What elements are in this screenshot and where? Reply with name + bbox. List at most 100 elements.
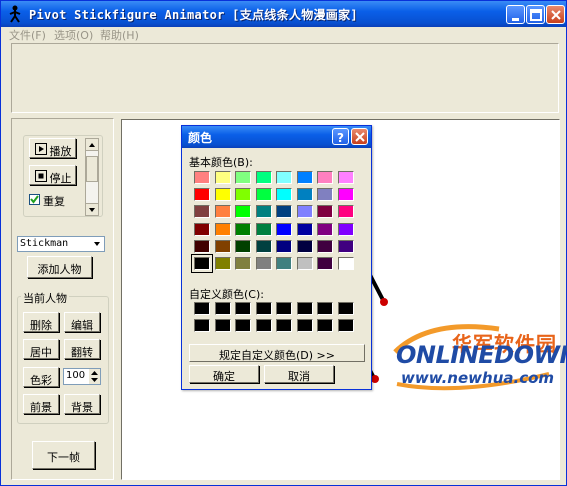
color-swatch[interactable] xyxy=(337,239,354,253)
color-swatch[interactable] xyxy=(255,302,272,315)
color-swatch[interactable] xyxy=(317,319,333,332)
color-swatch[interactable] xyxy=(317,188,333,202)
frames-strip[interactable] xyxy=(11,43,559,113)
color-swatch[interactable] xyxy=(255,222,272,236)
figure-select[interactable]: Stickman xyxy=(17,236,105,252)
color-swatch[interactable] xyxy=(276,319,292,332)
dialog-close-button[interactable] xyxy=(351,128,368,145)
center-button[interactable]: 居中 xyxy=(23,339,59,359)
color-swatch[interactable] xyxy=(214,188,231,202)
color-swatch[interactable] xyxy=(235,302,251,315)
color-swatch[interactable] xyxy=(276,205,292,219)
foreground-button[interactable]: 前景 xyxy=(23,394,59,414)
color-swatch[interactable] xyxy=(214,239,231,253)
color-swatch[interactable] xyxy=(214,171,231,184)
color-swatch[interactable] xyxy=(276,171,292,184)
color-swatch[interactable] xyxy=(235,205,251,219)
scroll-thumb[interactable] xyxy=(86,156,98,182)
color-swatch[interactable] xyxy=(276,222,292,236)
color-swatch[interactable] xyxy=(317,302,333,315)
edit-button[interactable]: 编辑 xyxy=(64,312,100,332)
color-swatch[interactable] xyxy=(194,205,210,219)
define-custom-colors-button[interactable]: 规定自定义颜色(D) >> xyxy=(189,344,365,362)
menu-options[interactable]: 选项(O) xyxy=(54,27,93,43)
color-swatch[interactable] xyxy=(337,319,354,332)
close-button[interactable] xyxy=(546,5,565,24)
color-swatch[interactable] xyxy=(317,171,333,184)
color-swatch[interactable] xyxy=(194,319,210,332)
color-swatch[interactable] xyxy=(255,171,272,184)
menu-file[interactable]: 文件(F) xyxy=(9,27,46,43)
color-swatch[interactable] xyxy=(337,257,354,270)
scroll-up-arrow[interactable] xyxy=(86,139,98,151)
color-swatch[interactable] xyxy=(276,257,292,270)
title-bar[interactable]: Pivot Stickfigure Animator [支点线条人物漫画家] xyxy=(1,1,566,27)
color-swatch[interactable] xyxy=(235,171,251,184)
color-swatch[interactable] xyxy=(255,188,272,202)
color-swatch[interactable] xyxy=(255,239,272,253)
color-swatch[interactable] xyxy=(255,257,272,270)
color-swatch[interactable] xyxy=(255,319,272,332)
cancel-button[interactable]: 取消 xyxy=(264,365,334,383)
color-swatch[interactable] xyxy=(235,319,251,332)
color-swatch[interactable] xyxy=(194,239,210,253)
color-swatch[interactable] xyxy=(214,257,231,270)
color-swatch[interactable] xyxy=(214,319,231,332)
color-swatch[interactable] xyxy=(337,222,354,236)
stop-button[interactable]: 停止 xyxy=(29,165,76,185)
color-swatch[interactable] xyxy=(214,222,231,236)
color-swatch[interactable] xyxy=(296,171,313,184)
ok-button[interactable]: 确定 xyxy=(189,365,259,383)
maximize-button[interactable] xyxy=(526,5,545,24)
color-swatch[interactable] xyxy=(317,205,333,219)
color-swatch[interactable] xyxy=(235,222,251,236)
color-swatch[interactable] xyxy=(276,239,292,253)
color-swatch[interactable] xyxy=(255,205,272,219)
color-value-spinner[interactable]: 100 xyxy=(63,368,101,385)
scroll-down-arrow[interactable] xyxy=(86,203,98,215)
color-swatch[interactable] xyxy=(276,188,292,202)
color-swatch[interactable] xyxy=(296,205,313,219)
color-swatch[interactable] xyxy=(317,257,333,270)
delete-button[interactable]: 删除 xyxy=(23,312,59,332)
spinner-arrows-icon[interactable] xyxy=(89,369,100,384)
color-swatch[interactable] xyxy=(337,205,354,219)
color-swatch[interactable] xyxy=(194,222,210,236)
color-swatch[interactable] xyxy=(337,302,354,315)
color-swatch[interactable] xyxy=(194,302,210,315)
figure-select-value: Stickman xyxy=(20,238,69,249)
color-swatch[interactable] xyxy=(337,171,354,184)
color-dialog-title-bar[interactable]: 颜色 ? xyxy=(182,126,371,148)
color-button[interactable]: 色彩 xyxy=(23,367,59,387)
color-swatch[interactable] xyxy=(296,319,313,332)
color-swatch[interactable] xyxy=(235,239,251,253)
menu-help[interactable]: 帮助(H) xyxy=(100,27,139,43)
color-swatch[interactable] xyxy=(194,188,210,202)
background-button[interactable]: 背景 xyxy=(64,394,100,414)
next-frame-label: 下一帧 xyxy=(47,451,80,464)
color-swatch[interactable] xyxy=(337,188,354,202)
minimize-button[interactable] xyxy=(506,5,525,24)
maximize-icon xyxy=(530,9,542,21)
color-swatch[interactable] xyxy=(235,188,251,202)
help-button[interactable]: ? xyxy=(332,128,349,145)
play-button[interactable]: 播放 xyxy=(29,138,76,158)
color-swatch[interactable] xyxy=(296,188,313,202)
repeat-label: 重复 xyxy=(43,195,65,208)
color-swatch[interactable] xyxy=(296,222,313,236)
color-swatch[interactable] xyxy=(296,239,313,253)
color-swatch[interactable] xyxy=(194,171,210,184)
color-swatch[interactable] xyxy=(317,222,333,236)
color-swatch[interactable] xyxy=(317,239,333,253)
speed-scrollbar[interactable] xyxy=(85,138,99,216)
color-swatch[interactable] xyxy=(235,257,251,270)
next-frame-button[interactable]: 下一帧 xyxy=(32,441,95,469)
color-swatch[interactable] xyxy=(296,257,313,270)
color-swatch[interactable] xyxy=(296,302,313,315)
repeat-checkbox[interactable] xyxy=(29,194,40,205)
flip-button[interactable]: 翻转 xyxy=(64,339,100,359)
color-swatch[interactable] xyxy=(214,205,231,219)
add-figure-button[interactable]: 添加人物 xyxy=(27,256,92,278)
color-swatch[interactable] xyxy=(276,302,292,315)
color-swatch[interactable] xyxy=(214,302,231,315)
